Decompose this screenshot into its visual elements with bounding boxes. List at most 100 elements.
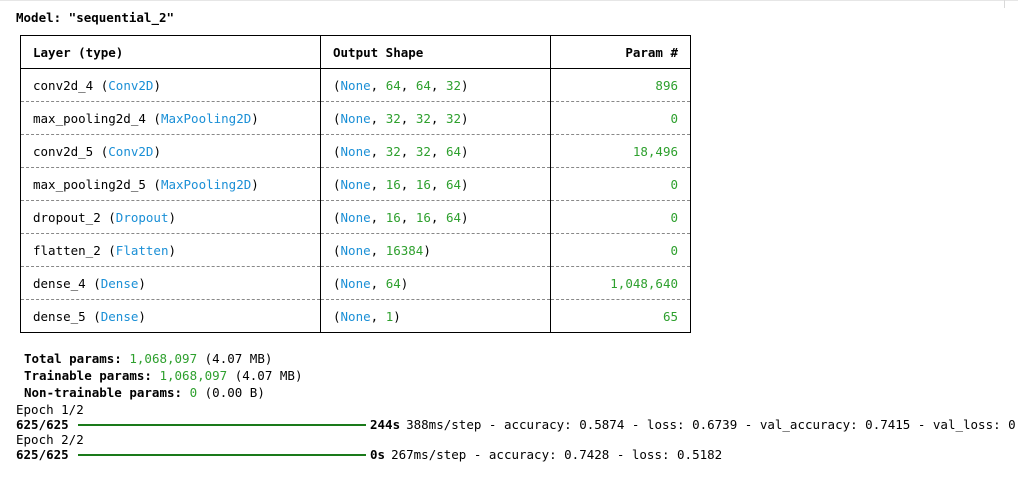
epoch-label: Epoch 2/2 bbox=[16, 432, 84, 447]
shape-dim: 1 bbox=[385, 308, 394, 324]
layer-cell: conv2d_5 (Conv2D) bbox=[20, 134, 321, 168]
layer-cell: dense_5 (Dense) bbox=[20, 299, 321, 333]
layer-cell: conv2d_4 (Conv2D) bbox=[20, 68, 321, 102]
layer-type: Conv2D bbox=[108, 143, 154, 159]
shape-dim: 32 bbox=[415, 110, 431, 126]
totals-size: (4.07 MB) bbox=[234, 368, 303, 383]
layer-cell: dense_4 (Dense) bbox=[20, 266, 321, 300]
epoch-metrics: 267ms/step - accuracy: 0.7428 - loss: 0.… bbox=[391, 447, 723, 462]
top-tick-mark bbox=[1004, 0, 1005, 8]
param-count: 18,496 bbox=[632, 143, 678, 159]
layer-rows: conv2d_4 (Conv2D) (None, 64, 64, 32) 896 ma… bbox=[20, 68, 691, 333]
step-count: 625/625 bbox=[16, 417, 69, 432]
shape-batch-none: None bbox=[340, 209, 371, 225]
shape-dim: 64 bbox=[445, 209, 462, 225]
param-count-cell: 1,048,640 bbox=[550, 266, 691, 300]
shape-dim: 32 bbox=[415, 143, 431, 159]
totals-label: Non-trainable params: bbox=[24, 385, 183, 400]
model-title: Model: "sequential_2" bbox=[16, 10, 175, 25]
totals-line: Total params: 1,068,097 (4.07 MB) bbox=[24, 350, 302, 367]
shape-dim: 16 bbox=[415, 176, 431, 192]
shape-dim: 64 bbox=[385, 275, 401, 291]
totals-value: 1,068,097 bbox=[129, 351, 198, 366]
table-row: max_pooling2d_5 (MaxPooling2D) (None, 16,… bbox=[20, 167, 691, 201]
epoch-label: Epoch 1/2 bbox=[16, 402, 84, 417]
shape-dim: 64 bbox=[445, 143, 462, 159]
progress-bar bbox=[78, 453, 366, 456]
layer-type: Dropout bbox=[115, 209, 169, 225]
table-row: dense_5 (Dense) (None, 1) 65 bbox=[20, 299, 691, 333]
table-row: max_pooling2d_4 (MaxPooling2D) (None, 32,… bbox=[20, 101, 691, 135]
param-count: 0 bbox=[670, 209, 678, 225]
progress-line: 625/625 0s 267ms/step - accuracy: 0.7428 -… bbox=[16, 447, 1018, 462]
param-count: 0 bbox=[670, 110, 678, 126]
shape-dim: 32 bbox=[385, 143, 401, 159]
progress-line: 625/625 244s 388ms/step - accuracy: 0.5874… bbox=[16, 417, 1018, 432]
table-row: dropout_2 (Dropout) (None, 16, 16, 64) 0 bbox=[20, 200, 691, 234]
shape-batch-none: None bbox=[340, 110, 371, 126]
model-summary-table: Layer (type) Output Shape Param # conv2d… bbox=[20, 35, 691, 333]
top-divider bbox=[0, 0, 1018, 1]
elapsed-time: 0s bbox=[370, 447, 386, 462]
output-shape-cell: (None, 1) bbox=[320, 299, 551, 333]
layer-type: Dense bbox=[100, 275, 139, 291]
shape-dim: 32 bbox=[445, 77, 462, 93]
totals-value: 0 bbox=[189, 385, 198, 400]
shape-dim: 32 bbox=[385, 110, 401, 126]
param-totals: Total params: 1,068,097 (4.07 MB) Trainab… bbox=[24, 350, 302, 401]
param-count-cell: 0 bbox=[550, 101, 691, 135]
totals-size: (0.00 B) bbox=[204, 385, 265, 400]
header-layer: Layer (type) bbox=[20, 35, 321, 69]
layer-type: Flatten bbox=[115, 242, 169, 258]
training-log: Epoch 1/2 625/625 244s 388ms/step - accurac… bbox=[16, 402, 1018, 462]
shape-dim: 16384 bbox=[385, 242, 424, 258]
param-count-cell: 0 bbox=[550, 233, 691, 267]
output-shape-cell: (None, 64) bbox=[320, 266, 551, 300]
layer-type: Dense bbox=[100, 308, 139, 324]
totals-line: Trainable params: 1,068,097 (4.07 MB) bbox=[24, 367, 302, 384]
totals-size: (4.07 MB) bbox=[204, 351, 273, 366]
shape-batch-none: None bbox=[340, 143, 371, 159]
table-row: conv2d_5 (Conv2D) (None, 32, 32, 64) 18,49… bbox=[20, 134, 691, 168]
shape-dim: 64 bbox=[445, 176, 462, 192]
step-count: 625/625 bbox=[16, 447, 69, 462]
layer-name: dense_4 bbox=[33, 275, 86, 291]
shape-dim: 32 bbox=[445, 110, 462, 126]
output-shape-cell: (None, 16, 16, 64) bbox=[320, 200, 551, 234]
shape-dim: 64 bbox=[385, 77, 401, 93]
param-count-cell: 18,496 bbox=[550, 134, 691, 168]
elapsed-time: 244s bbox=[370, 417, 401, 432]
layer-name: dropout_2 bbox=[33, 209, 101, 225]
layer-name: conv2d_5 bbox=[33, 143, 94, 159]
param-count: 0 bbox=[670, 176, 678, 192]
shape-dim: 64 bbox=[415, 77, 431, 93]
shape-dim: 16 bbox=[415, 209, 431, 225]
layer-type: Conv2D bbox=[108, 77, 154, 93]
param-count-cell: 0 bbox=[550, 200, 691, 234]
layer-name: dense_5 bbox=[33, 308, 86, 324]
totals-value: 1,068,097 bbox=[159, 368, 228, 383]
param-count: 65 bbox=[662, 308, 678, 324]
param-count-cell: 65 bbox=[550, 299, 691, 333]
layer-cell: dropout_2 (Dropout) bbox=[20, 200, 321, 234]
table-row: conv2d_4 (Conv2D) (None, 64, 64, 32) 896 bbox=[20, 68, 691, 102]
epoch-metrics: 388ms/step - accuracy: 0.5874 - loss: 0.… bbox=[406, 417, 1018, 432]
table-header-row: Layer (type) Output Shape Param # bbox=[20, 35, 691, 69]
shape-batch-none: None bbox=[340, 77, 371, 93]
param-count-cell: 0 bbox=[550, 167, 691, 201]
param-count: 0 bbox=[670, 242, 678, 258]
layer-name: max_pooling2d_4 bbox=[33, 110, 146, 126]
shape-batch-none: None bbox=[340, 308, 371, 324]
output-shape-cell: (None, 16, 16, 64) bbox=[320, 167, 551, 201]
layer-cell: max_pooling2d_5 (MaxPooling2D) bbox=[20, 167, 321, 201]
param-count-cell: 896 bbox=[550, 68, 691, 102]
layer-name: flatten_2 bbox=[33, 242, 101, 258]
layer-type: MaxPooling2D bbox=[160, 110, 252, 126]
layer-name: conv2d_4 bbox=[33, 77, 94, 93]
shape-batch-none: None bbox=[340, 275, 371, 291]
output-shape-cell: (None, 32, 32, 64) bbox=[320, 134, 551, 168]
totals-label: Total params: bbox=[24, 351, 122, 366]
layer-type: MaxPooling2D bbox=[160, 176, 252, 192]
progress-bar bbox=[78, 423, 366, 426]
param-count: 1,048,640 bbox=[610, 275, 678, 291]
